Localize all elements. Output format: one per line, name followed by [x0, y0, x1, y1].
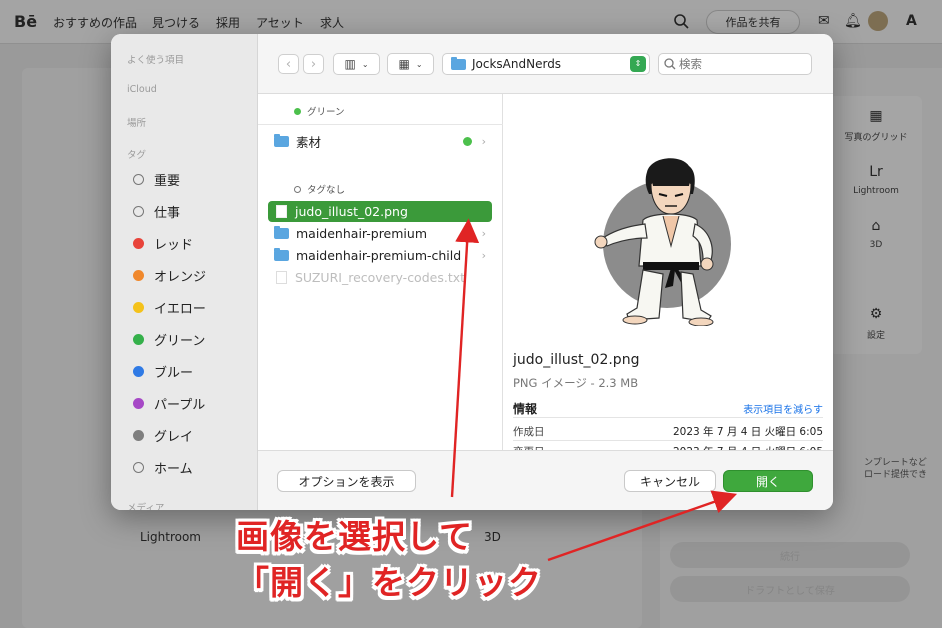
tag-label: レッド — [154, 237, 194, 253]
annotation-line-1: 画像を選択して — [236, 517, 474, 556]
item-name: judo_illust_02.png — [295, 204, 408, 219]
preview-file-name: judo_illust_02.png — [513, 352, 640, 368]
tag-dot-icon — [133, 429, 144, 441]
sidebar-section-locations: 場所 — [127, 118, 147, 129]
green-tag-dot-icon — [463, 137, 472, 146]
view-mode-button[interactable]: ▥ ⌄ — [333, 53, 380, 75]
tag-dot-icon — [133, 397, 144, 409]
file-preview-pane: judo_illust_02.png PNG イメージ - 2.3 MB 情報 … — [503, 94, 833, 458]
show-less-link[interactable]: 表示項目を減らす — [743, 401, 823, 416]
folder-icon — [274, 248, 289, 261]
tag-label: オレンジ — [154, 269, 207, 285]
sidebar-tag-work[interactable]: 仕事 — [133, 201, 253, 221]
group-mode-button[interactable]: ▦ ⌄ — [387, 53, 434, 75]
screenshot-root: Bē おすすめの作品 見つける 採用 アセット 求人 作品を共有 ✉ 🔔︎ A … — [0, 0, 942, 628]
tag-label: 重要 — [154, 173, 181, 189]
sidebar-tag-green[interactable]: グリーン — [133, 329, 253, 349]
tag-label: イエロー — [154, 301, 206, 317]
dialog-footer: オプションを表示 キャンセル 開く — [258, 450, 833, 510]
show-options-button[interactable]: オプションを表示 — [277, 470, 416, 492]
folder-path-select[interactable]: JocksAndNerds ⇕ — [442, 53, 650, 75]
sidebar-tag-yellow[interactable]: イエロー — [133, 297, 253, 317]
folder-icon — [274, 134, 289, 147]
dialog-toolbar: ‹ › ▥ ⌄ ▦ ⌄ JocksAndNerds ⇕ — [258, 34, 833, 94]
grid-icon: ▦ — [398, 57, 410, 71]
open-button[interactable]: 開く — [723, 470, 813, 492]
folder-icon — [451, 56, 466, 70]
chevron-down-icon: ⌄ — [415, 59, 423, 69]
group-header-untagged: タグなし — [294, 182, 345, 196]
sidebar-tag-blue[interactable]: ブルー — [133, 361, 253, 381]
sidebar-section-favorites: よく使う項目 — [127, 55, 185, 66]
tag-label: ブルー — [154, 365, 194, 381]
sidebar-tag-home[interactable]: ホーム — [133, 457, 253, 477]
preview-created-row: 作成日 2023 年 7 月 4 日 火曜日 6:05 — [513, 426, 823, 438]
current-folder-label: JocksAndNerds — [472, 57, 562, 71]
sidebar-tag-purple[interactable]: パープル — [133, 393, 253, 413]
updown-stepper-icon: ⇕ — [630, 56, 646, 72]
tag-dot-icon — [133, 365, 144, 377]
chevron-down-icon: ⌄ — [361, 59, 369, 69]
back-button[interactable]: ‹ — [278, 54, 299, 74]
image-file-icon — [276, 205, 287, 218]
tag-dot-icon — [133, 301, 144, 313]
tag-label: 仕事 — [154, 205, 181, 221]
divider — [258, 124, 503, 125]
list-item-judo-illust[interactable]: judo_illust_02.png — [268, 201, 492, 222]
sidebar-tag-orange[interactable]: オレンジ — [133, 265, 253, 285]
sidebar-section-media: メディア — [127, 503, 165, 510]
dialog-sidebar: よく使う項目 iCloud 場所 タグ 重要 仕事 レッド オレンジ イエロー … — [111, 34, 258, 510]
divider — [513, 417, 823, 418]
file-open-dialog: よく使う項目 iCloud 場所 タグ 重要 仕事 レッド オレンジ イエロー … — [111, 34, 833, 510]
sidebar-tag-red[interactable]: レッド — [133, 233, 253, 253]
search-icon — [664, 58, 676, 70]
sidebar-tag-important[interactable]: 重要 — [133, 169, 253, 189]
preview-file-kind: PNG イメージ - 2.3 MB — [513, 376, 639, 390]
green-tag-dot-icon — [294, 107, 301, 115]
list-item-folder-sozai[interactable]: 素材 › — [268, 131, 492, 152]
tag-dot-icon — [133, 333, 144, 345]
tag-dot-icon — [133, 269, 144, 281]
item-name: maidenhair-premium — [296, 226, 427, 241]
columns-icon: ▥ — [344, 57, 356, 71]
judo-illustration-image — [594, 158, 714, 326]
search-input[interactable] — [679, 57, 799, 71]
chevron-right-icon: › — [481, 227, 486, 240]
sidebar-section-tags: タグ — [127, 150, 147, 161]
hollow-tag-dot-icon — [294, 185, 301, 193]
item-name: SUZURI_recovery-codes.txt — [295, 270, 466, 285]
forward-button[interactable]: › — [303, 54, 324, 74]
tag-dot-icon — [133, 173, 144, 185]
tag-label: パープル — [154, 397, 206, 413]
item-name: 素材 — [296, 135, 322, 150]
tag-dot-icon — [133, 237, 144, 249]
divider — [513, 440, 823, 441]
cancel-button[interactable]: キャンセル — [624, 470, 716, 492]
tag-label: ホーム — [154, 461, 193, 477]
tag-label: グレイ — [154, 429, 194, 445]
annotation-line-2: 「開く」をクリック — [236, 563, 542, 602]
tag-label: グリーン — [154, 333, 206, 349]
tag-dot-icon — [133, 205, 144, 217]
list-item-maidenhair-premium[interactable]: maidenhair-premium › — [268, 223, 492, 244]
sidebar-section-icloud: iCloud — [127, 84, 157, 95]
chevron-right-icon: › — [481, 135, 486, 148]
text-file-icon — [276, 271, 287, 284]
file-list: グリーン 素材 › タグなし judo_illust_02.png maidenh… — [258, 94, 503, 450]
group-header-green: グリーン — [294, 104, 345, 118]
search-field[interactable] — [658, 53, 812, 75]
tag-dot-icon — [133, 461, 144, 473]
chevron-right-icon: › — [481, 249, 486, 262]
item-name: maidenhair-premium-child — [296, 248, 462, 263]
list-item-suzuri-codes: SUZURI_recovery-codes.txt — [268, 267, 492, 288]
sidebar-tag-gray[interactable]: グレイ — [133, 425, 253, 445]
folder-icon — [274, 226, 289, 239]
list-item-maidenhair-premium-child[interactable]: maidenhair-premium-child › — [268, 245, 492, 266]
preview-info-heading: 情報 — [513, 402, 538, 416]
